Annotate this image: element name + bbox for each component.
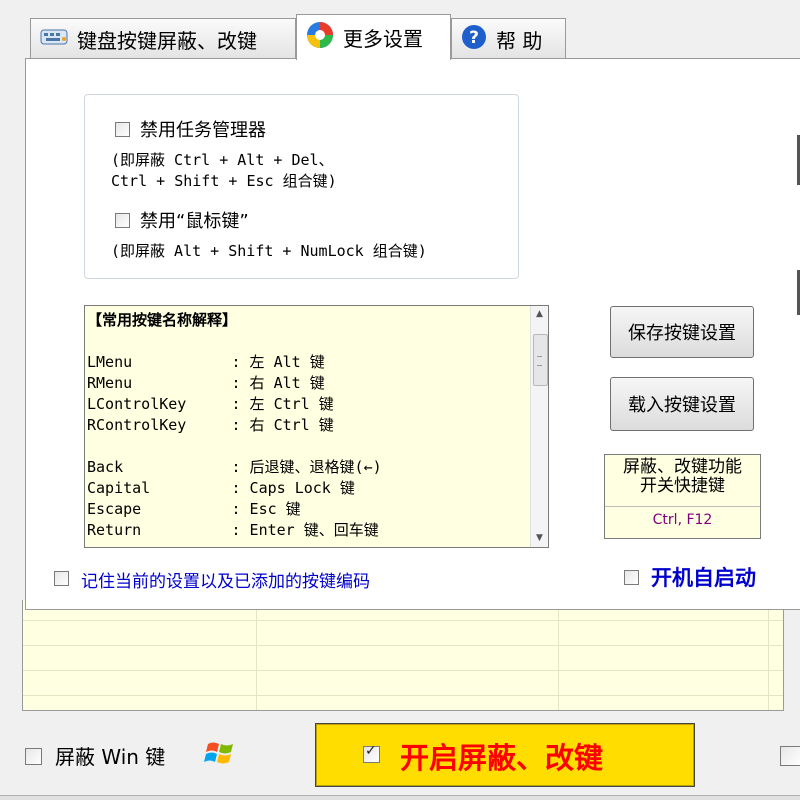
tab-key-block[interactable]: 键盘按键屏蔽、改键 <box>30 18 296 59</box>
key-code-grid[interactable] <box>22 600 784 711</box>
help-icon: ? <box>460 23 488 56</box>
scroll-thumb[interactable] <box>533 334 548 386</box>
more-settings-panel: 禁用任务管理器 (即屏蔽 Ctrl + Alt + Del、 Ctrl + Sh… <box>25 58 800 610</box>
disable-mouse-keys-label: 禁用“鼠标键” <box>140 211 249 232</box>
block-win-label: 屏蔽 Win 键 <box>55 745 166 769</box>
windows-logo-icon <box>204 738 238 772</box>
tab-help-label: 帮 助 <box>496 28 543 53</box>
mouse-keys-note: (即屏蔽 Alt + Shift + NumLock 组合键) <box>111 242 427 260</box>
key-reference-list[interactable]: 【常用按键名称解释】 LMenu : 左 Alt 键 RMenu : 右 Alt … <box>84 305 549 548</box>
hotkey-title: 屏蔽、改键功能 开关快捷键 <box>623 457 742 496</box>
key-reference-line: 【常用按键名称解释】 <box>87 311 238 329</box>
colorful-orb-icon <box>305 20 335 55</box>
enable-block-checkbox[interactable] <box>363 743 380 763</box>
autostart-label: 开机自启动 <box>651 566 756 590</box>
block-win-checkbox[interactable] <box>25 748 42 765</box>
key-reference-line: Escape : Esc 键 <box>87 500 301 518</box>
remember-settings-checkbox[interactable] <box>54 571 69 586</box>
tab-key-block-label: 键盘按键屏蔽、改键 <box>77 28 257 53</box>
key-reference-text: 【常用按键名称解释】 LMenu : 左 Alt 键 RMenu : 右 Alt … <box>87 310 382 541</box>
key-reference-line: RControlKey : 右 Ctrl 键 <box>87 416 334 434</box>
keyboard-icon <box>39 26 69 53</box>
autostart-checkbox[interactable] <box>624 570 639 585</box>
hotkey-box: 屏蔽、改键功能 开关快捷键 Ctrl, F12 <box>604 454 761 539</box>
enable-block-label: 开启屏蔽、改键 <box>400 741 604 775</box>
right-partial-checkbox[interactable] <box>780 746 800 766</box>
key-reference-line: Back : 后退键、退格键(←) <box>87 458 382 476</box>
key-reference-line <box>87 331 382 352</box>
system-keys-group: 禁用任务管理器 (即屏蔽 Ctrl + Alt + Del、 Ctrl + Sh… <box>84 94 519 279</box>
scroll-up-arrow-icon[interactable]: ▲ <box>531 306 548 323</box>
key-reference-line: RMenu : 右 Alt 键 <box>87 374 325 392</box>
load-key-settings-button[interactable]: 载入按键设置 <box>610 377 754 431</box>
bottom-divider <box>0 795 800 800</box>
disable-task-manager-checkbox[interactable] <box>115 122 130 137</box>
remember-settings-label: 记住当前的设置以及已添加的按键编码 <box>81 572 370 592</box>
svg-text:?: ? <box>469 28 479 48</box>
task-manager-note-line2: Ctrl + Shift + Esc 组合键) <box>111 172 337 190</box>
tab-more-settings-label: 更多设置 <box>343 27 423 51</box>
key-reference-line: LMenu : 左 Alt 键 <box>87 353 325 371</box>
tab-help[interactable]: ? 帮 助 <box>451 18 566 59</box>
key-reference-line <box>87 436 382 457</box>
enable-block-panel[interactable]: 开启屏蔽、改键 <box>315 723 695 787</box>
key-reference-line: Return : Enter 键、回车键 <box>87 521 379 539</box>
scroll-down-arrow-icon[interactable]: ▼ <box>531 530 548 547</box>
save-key-settings-button[interactable]: 保存按键设置 <box>610 306 754 358</box>
task-manager-note-line1: (即屏蔽 Ctrl + Alt + Del、 <box>111 151 334 169</box>
key-reference-line: Capital : Caps Lock 键 <box>87 479 355 497</box>
tab-more-settings[interactable]: 更多设置 <box>296 14 451 60</box>
hotkey-value[interactable]: Ctrl, F12 <box>605 512 760 528</box>
key-reference-scrollbar[interactable]: ▲ ▼ <box>530 306 548 547</box>
disable-mouse-keys-checkbox[interactable] <box>115 213 130 228</box>
disable-task-manager-label: 禁用任务管理器 <box>140 120 266 141</box>
key-reference-line: LControlKey : 左 Ctrl 键 <box>87 395 334 413</box>
